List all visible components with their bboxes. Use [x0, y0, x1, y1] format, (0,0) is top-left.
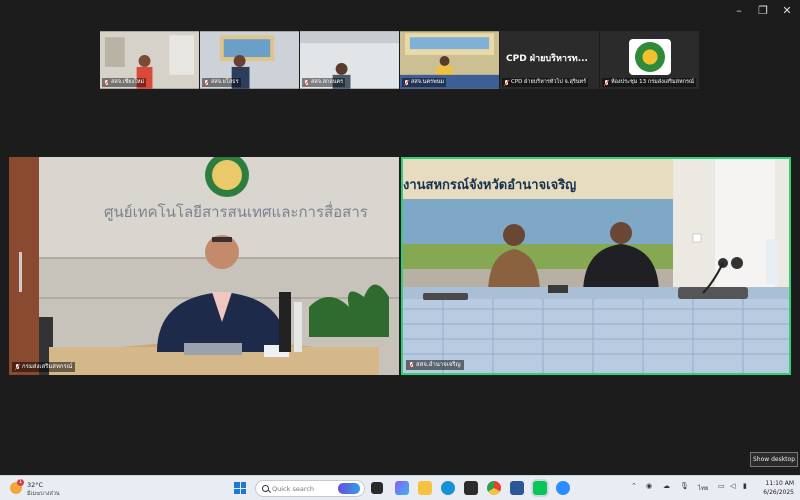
weather-temperature: 32°C	[27, 481, 44, 489]
banner-text: งานสหกรณ์จังหวัดอำนาจเจริญ	[403, 177, 576, 193]
participant-name: สสจ.สกลนคร	[302, 78, 346, 87]
participant-name: ห้องประชุม 13 กรมส่งเสริมสหกรณ์	[602, 78, 697, 87]
participant-thumbnail[interactable]: ห้องประชุม 13 กรมส่งเสริมสหกรณ์	[600, 31, 700, 89]
weather-widget[interactable]: 1 32°C มีเมฆบางส่วน	[8, 479, 68, 499]
search-icon	[262, 485, 269, 492]
network-icon[interactable]: ▭	[718, 482, 725, 490]
main-video-tile[interactable]: ศูนย์เทคโนโลยีสารสนเทศและการสื่อสาร กรมส…	[9, 157, 399, 375]
mic-off-icon	[204, 79, 209, 86]
participant-name: สสจ.อำนาจเจริญ	[406, 360, 464, 370]
weather-badge: 1	[17, 479, 24, 486]
minimize-button[interactable]: –	[728, 3, 750, 19]
system-clock[interactable]: 11:10 AM 6/26/2025	[758, 479, 794, 497]
mic-off-icon	[304, 79, 309, 86]
participant-display-name: CPD ฝ่ายบริหารท...	[506, 54, 588, 64]
mic-off-icon	[604, 79, 609, 86]
line-app-icon[interactable]	[533, 481, 547, 495]
taskbar-search[interactable]	[255, 480, 365, 497]
participant-video: งานสหกรณ์จังหวัดอำนาจเจริญ	[403, 159, 789, 373]
chrome-icon[interactable]	[487, 481, 501, 495]
participant-strip: สสจ.เชียงใหม่ สสจ.ยโสธร สสจ.สกลนคร สสจ.น…	[100, 31, 700, 89]
edge-browser-icon[interactable]	[441, 481, 455, 495]
maximize-button[interactable]: ❐	[752, 3, 774, 19]
file-explorer-icon[interactable]	[418, 481, 432, 495]
participant-thumbnail[interactable]: สสจ.เชียงใหม่	[100, 31, 200, 89]
mic-off-icon	[104, 79, 109, 86]
participant-name: กรมส่งเสริมสหกรณ์	[12, 362, 76, 372]
mic-off-icon	[15, 364, 20, 370]
weather-condition: มีเมฆบางส่วน	[27, 491, 60, 497]
word-icon[interactable]	[510, 481, 524, 495]
tray-cloud-icon[interactable]: ☁	[663, 482, 670, 490]
show-desktop-tooltip: Show desktop	[750, 452, 798, 467]
mic-off-icon	[504, 79, 509, 86]
participant-thumbnail[interactable]: สสจ.ยโสธร	[200, 31, 300, 89]
participant-video: ศูนย์เทคโนโลยีสารสนเทศและการสื่อสาร	[9, 157, 399, 375]
participant-name: CPD ฝ่ายบริหารทั่วไป จ.สุรินทร์	[502, 78, 589, 87]
chevron-up-icon[interactable]: ⌃	[631, 482, 637, 490]
search-input[interactable]	[272, 483, 332, 495]
video-meeting-window: – ❐ ✕ สสจ.เชียงใหม่ สสจ.ยโสธร สสจ.สกลนคร…	[0, 0, 800, 475]
close-button[interactable]: ✕	[776, 3, 798, 19]
task-view-icon[interactable]	[371, 482, 383, 494]
participant-thumbnail[interactable]: สสจ.นครพนม	[400, 31, 500, 89]
participant-thumbnail[interactable]: CPD ฝ่ายบริหารท... CPD ฝ่ายบริหารทั่วไป …	[500, 31, 600, 89]
main-video-tile-active-speaker[interactable]: งานสหกรณ์จังหวัดอำนาจเจริญ สสจ.อำนาจเจริ…	[401, 157, 791, 375]
volume-icon[interactable]: ◁	[730, 482, 735, 490]
participant-name: สสจ.ยโสธร	[202, 78, 241, 87]
title-bar: – ❐ ✕	[0, 0, 800, 24]
clock-date: 6/26/2025	[763, 489, 794, 496]
copilot-icon[interactable]	[395, 481, 409, 495]
participant-thumbnail[interactable]: สสจ.สกลนคร	[300, 31, 400, 89]
search-highlight-icon	[338, 483, 360, 494]
windows-taskbar: 1 32°C มีเมฆบางส่วน ⌃ ◉ ☁ 🎙 ไทย ▭ ◁ ▮ 11…	[0, 475, 800, 500]
participant-name: สสจ.นครพนม	[402, 78, 447, 87]
mic-off-icon	[404, 79, 409, 86]
start-button[interactable]	[234, 482, 246, 494]
battery-icon[interactable]: ▮	[743, 482, 747, 490]
participant-name: สสจ.เชียงใหม่	[102, 78, 147, 87]
cooperative-logo-icon	[629, 39, 671, 75]
wall-sign-text: ศูนย์เทคโนโลยีสารสนเทศและการสื่อสาร	[104, 201, 368, 221]
mic-off-icon	[409, 362, 414, 368]
clock-time: 11:10 AM	[765, 480, 794, 487]
microphone-icon[interactable]: 🎙	[680, 482, 689, 490]
tray-app-icon[interactable]: ◉	[646, 482, 652, 490]
store-icon[interactable]	[464, 481, 478, 495]
zoom-app-icon[interactable]	[556, 481, 570, 495]
language-indicator[interactable]: ไทย	[698, 483, 709, 493]
